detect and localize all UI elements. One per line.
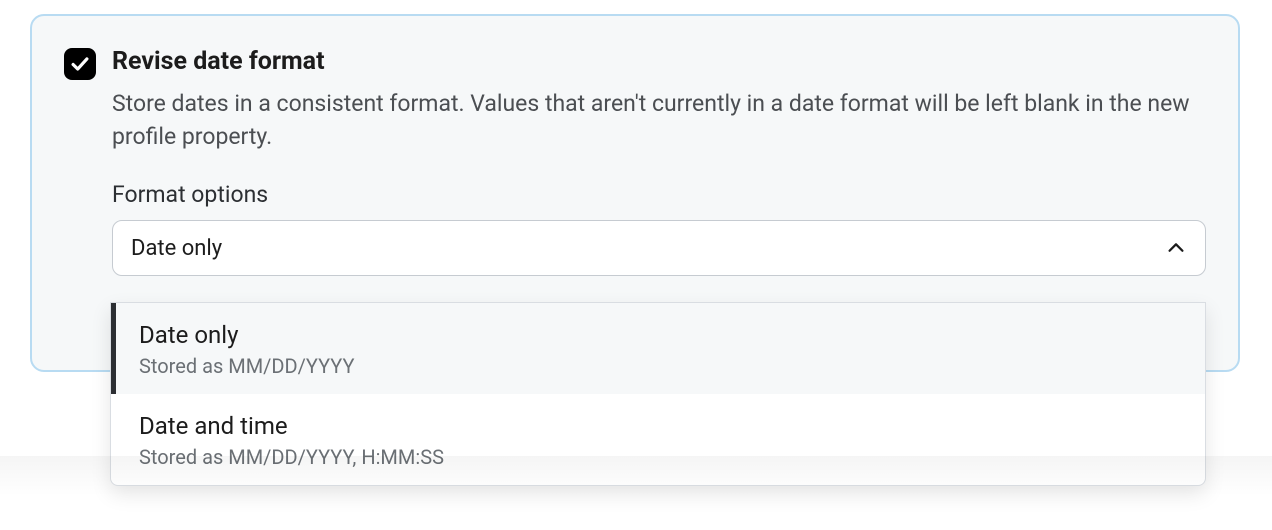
panel-header-row: Revise date format Store dates in a cons… <box>64 46 1206 276</box>
panel-content: Revise date format Store dates in a cons… <box>112 46 1206 276</box>
revise-date-format-checkbox[interactable] <box>64 48 96 80</box>
panel-title: Revise date format <box>112 46 1206 79</box>
option-sublabel: Stored as MM/DD/YYYY, H:MM:SS <box>139 445 1177 469</box>
option-label: Date and time <box>139 412 1177 441</box>
select-current-value: Date only <box>131 236 222 261</box>
chevron-up-icon <box>1165 237 1187 259</box>
check-icon <box>69 53 91 75</box>
option-label: Date only <box>139 321 1177 350</box>
option-sublabel: Stored as MM/DD/YYYY <box>139 354 1177 378</box>
format-options-select[interactable]: Date only <box>112 220 1206 276</box>
dropdown-option-date-and-time[interactable]: Date and time Stored as MM/DD/YYYY, H:MM… <box>111 394 1205 485</box>
format-options-dropdown: Date only Stored as MM/DD/YYYY Date and … <box>110 302 1206 486</box>
dropdown-option-date-only[interactable]: Date only Stored as MM/DD/YYYY <box>111 303 1205 394</box>
panel-description: Store dates in a consistent format. Valu… <box>112 87 1206 154</box>
format-options-label: Format options <box>112 181 1206 208</box>
